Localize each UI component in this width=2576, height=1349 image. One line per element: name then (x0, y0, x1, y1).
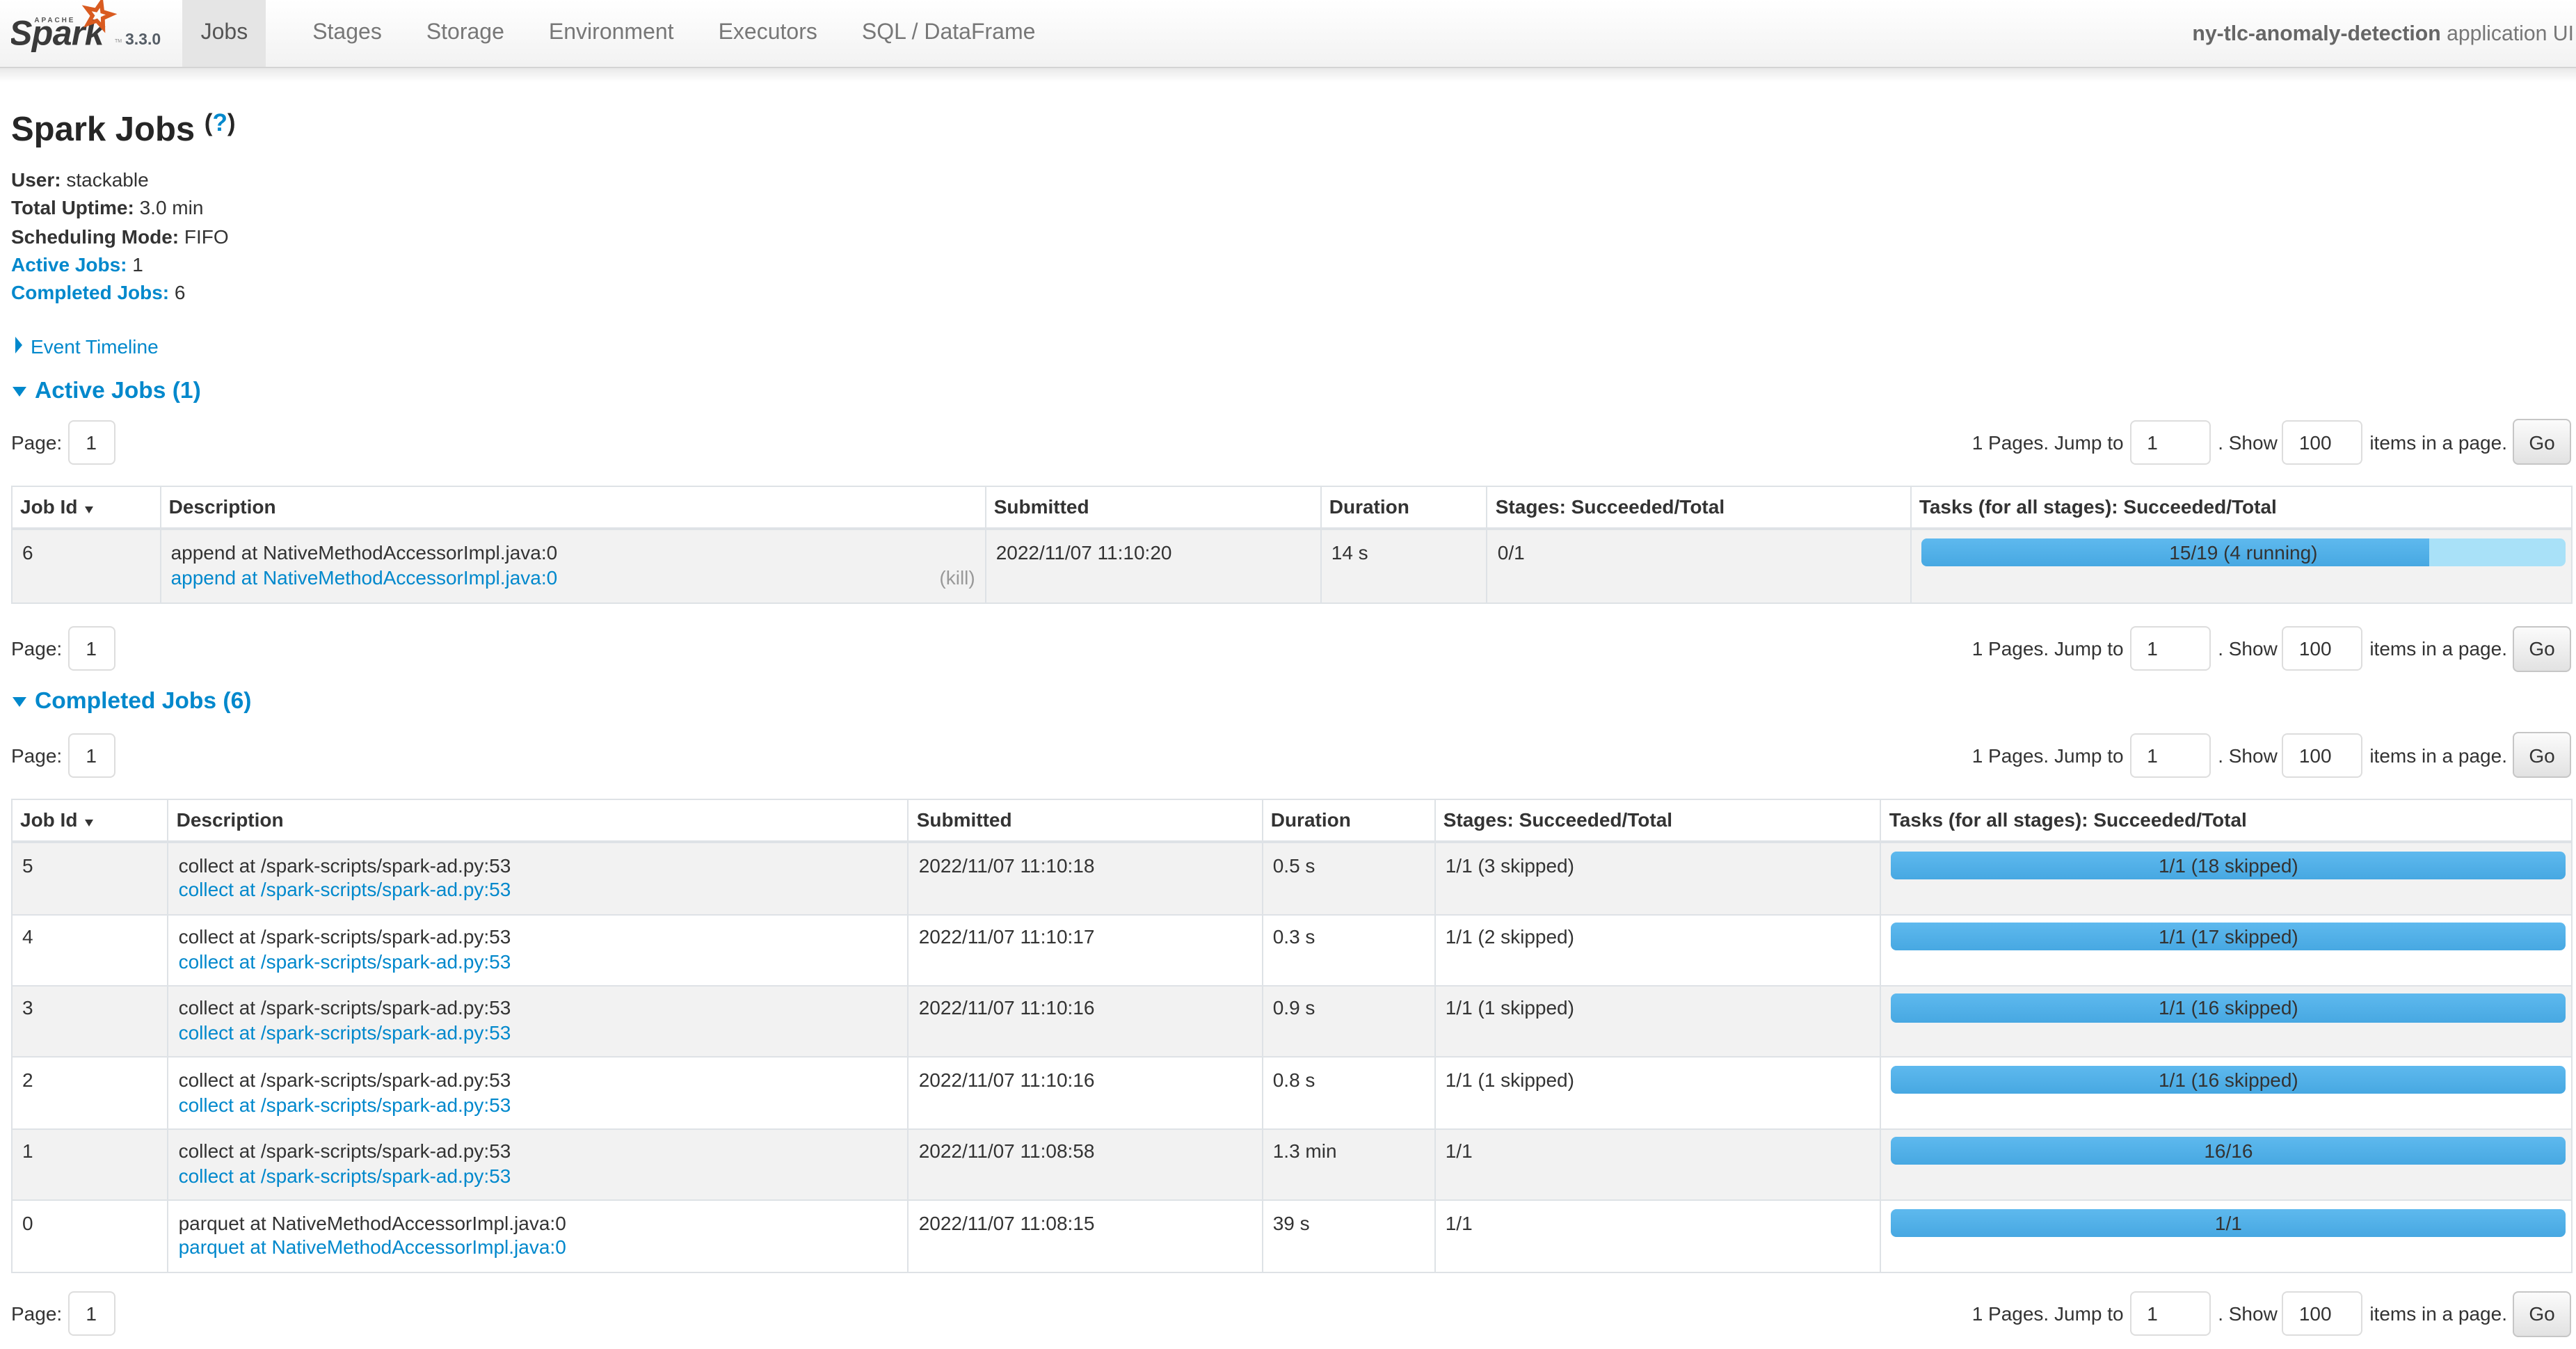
svg-text:TM: TM (114, 39, 121, 44)
